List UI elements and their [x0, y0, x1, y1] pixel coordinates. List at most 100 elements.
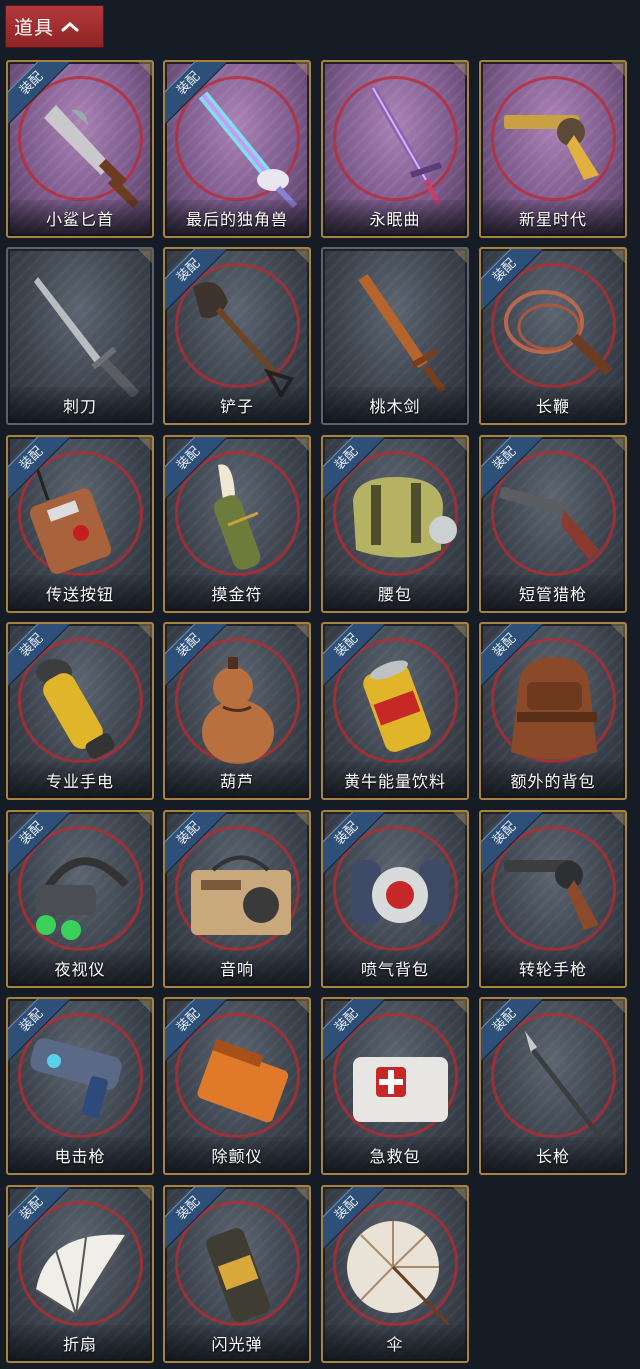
item-card[interactable]: 装配 长鞭	[479, 247, 627, 425]
item-name: 夜视仪	[54, 960, 106, 979]
item-label-bar: 转轮手枪	[481, 950, 625, 986]
jetpack-icon	[351, 860, 449, 925]
first-aid-kit-icon	[353, 1057, 448, 1122]
revolver-icon	[504, 860, 599, 930]
item-label-bar: 传送按钮	[8, 575, 152, 611]
item-name: 长枪	[535, 1147, 570, 1166]
item-name: 黄牛能量饮料	[343, 772, 446, 791]
item-label-bar: 葫芦	[165, 762, 309, 798]
item-card[interactable]: 装配 电击枪	[6, 997, 154, 1175]
item-name: 传送按钮	[45, 585, 114, 604]
item-label-bar: 折扇	[8, 1325, 152, 1361]
item-card[interactable]: 装配 急救包	[321, 997, 469, 1175]
item-card[interactable]: 装配 闪光弹	[163, 1185, 311, 1363]
spear-icon	[525, 1031, 606, 1144]
item-name: 葫芦	[219, 772, 254, 791]
item-grid: 装配 小鲨匕首 装配 最后的独角兽永眠曲 新星时代刺刀 装配 铲子桃木剑 装配 长鞭装配 传送按钮…	[0, 0, 640, 1369]
item-label-bar: 额外的背包	[481, 762, 625, 798]
item-label-bar: 新星时代	[481, 200, 625, 236]
item-card[interactable]: 装配 小鲨匕首	[6, 60, 154, 238]
item-label-bar: 除颤仪	[165, 1137, 309, 1173]
shark-dagger-icon	[44, 105, 140, 209]
energy-drink-icon	[363, 660, 431, 752]
radio-icon	[191, 855, 291, 935]
eternal-sword-icon	[369, 86, 442, 207]
wooden-sword-icon	[358, 273, 446, 394]
item-card[interactable]: 装配 专业手电	[6, 622, 154, 800]
item-card[interactable]: 新星时代	[479, 60, 627, 238]
teleport-button-icon	[29, 464, 112, 574]
umbrella-icon	[347, 1221, 451, 1327]
item-card[interactable]: 装配 最后的独角兽	[163, 60, 311, 238]
item-card[interactable]: 装配 葫芦	[163, 622, 311, 800]
item-card[interactable]: 装配 额外的背包	[479, 622, 627, 800]
item-card[interactable]: 装配 腰包	[321, 435, 469, 613]
item-name: 永眠曲	[369, 210, 421, 229]
item-name: 额外的背包	[510, 772, 596, 791]
talisman-icon	[214, 464, 261, 570]
item-card[interactable]: 装配 长枪	[479, 997, 627, 1175]
item-card[interactable]: 装配 黄牛能量饮料	[321, 622, 469, 800]
item-label-bar: 短管猎枪	[481, 575, 625, 611]
item-label-bar: 闪光弹	[165, 1325, 309, 1361]
item-name: 铲子	[219, 397, 254, 416]
item-name: 闪光弹	[211, 1335, 263, 1354]
unicorn-sword-icon	[198, 91, 298, 209]
item-name: 急救包	[369, 1147, 421, 1166]
item-card[interactable]: 装配伞	[321, 1185, 469, 1363]
item-label-bar: 永眠曲	[323, 200, 467, 236]
item-name: 电击枪	[54, 1147, 106, 1166]
item-name: 音响	[219, 960, 254, 979]
item-label-bar: 电击枪	[8, 1137, 152, 1173]
item-name: 喷气背包	[360, 960, 429, 979]
item-card[interactable]: 装配 短管猎枪	[479, 435, 627, 613]
flashlight-icon	[36, 659, 115, 759]
item-label-bar: 腰包	[323, 575, 467, 611]
item-name: 伞	[386, 1335, 404, 1354]
item-card[interactable]: 装配 音响	[163, 810, 311, 988]
item-name: 最后的独角兽	[185, 210, 288, 229]
item-name: 摸金符	[211, 585, 263, 604]
shovel-icon	[193, 282, 295, 397]
waist-bag-icon	[353, 477, 457, 558]
item-label-bar: 喷气背包	[323, 950, 467, 986]
item-card[interactable]: 装配 铲子	[163, 247, 311, 425]
item-card[interactable]: 装配 转轮手枪	[479, 810, 627, 988]
item-name: 新星时代	[518, 210, 587, 229]
item-card[interactable]: 刺刀	[6, 247, 154, 425]
item-card[interactable]: 桃木剑	[321, 247, 469, 425]
whip-icon	[504, 290, 613, 376]
item-label-bar: 长鞭	[481, 387, 625, 423]
item-name: 专业手电	[45, 772, 114, 791]
item-card[interactable]: 装配 传送按钮	[6, 435, 154, 613]
item-label-bar: 铲子	[165, 387, 309, 423]
item-name: 短管猎枪	[518, 585, 587, 604]
item-label-bar: 专业手电	[8, 762, 152, 798]
item-card[interactable]: 装配 摸金符	[163, 435, 311, 613]
folding-fan-icon	[35, 1234, 127, 1316]
item-label-bar: 黄牛能量饮料	[323, 762, 467, 798]
backpack-icon	[511, 657, 597, 760]
item-name: 桃木剑	[369, 397, 421, 416]
shotgun-icon	[499, 486, 599, 560]
item-card[interactable]: 装配 夜视仪	[6, 810, 154, 988]
item-name: 长鞭	[535, 397, 570, 416]
item-label-bar: 长枪	[481, 1137, 625, 1173]
night-vision-icon	[36, 857, 129, 940]
item-label-bar: 摸金符	[165, 575, 309, 611]
flashbang-icon	[206, 1228, 270, 1322]
item-label-bar: 夜视仪	[8, 950, 152, 986]
item-label-bar: 音响	[165, 950, 309, 986]
item-label-bar: 桃木剑	[323, 387, 467, 423]
item-name: 转轮手枪	[518, 960, 587, 979]
defibrillator-icon	[197, 1038, 289, 1123]
item-card[interactable]: 永眠曲	[321, 60, 469, 238]
item-card[interactable]: 装配 折扇	[6, 1185, 154, 1363]
shock-gun-icon	[30, 1038, 122, 1118]
item-card[interactable]: 装配 除颤仪	[163, 997, 311, 1175]
gourd-icon	[202, 657, 274, 764]
item-name: 折扇	[62, 1335, 97, 1354]
item-name: 除颤仪	[211, 1147, 263, 1166]
item-name: 小鲨匕首	[45, 210, 114, 229]
item-card[interactable]: 装配 喷气背包	[321, 810, 469, 988]
